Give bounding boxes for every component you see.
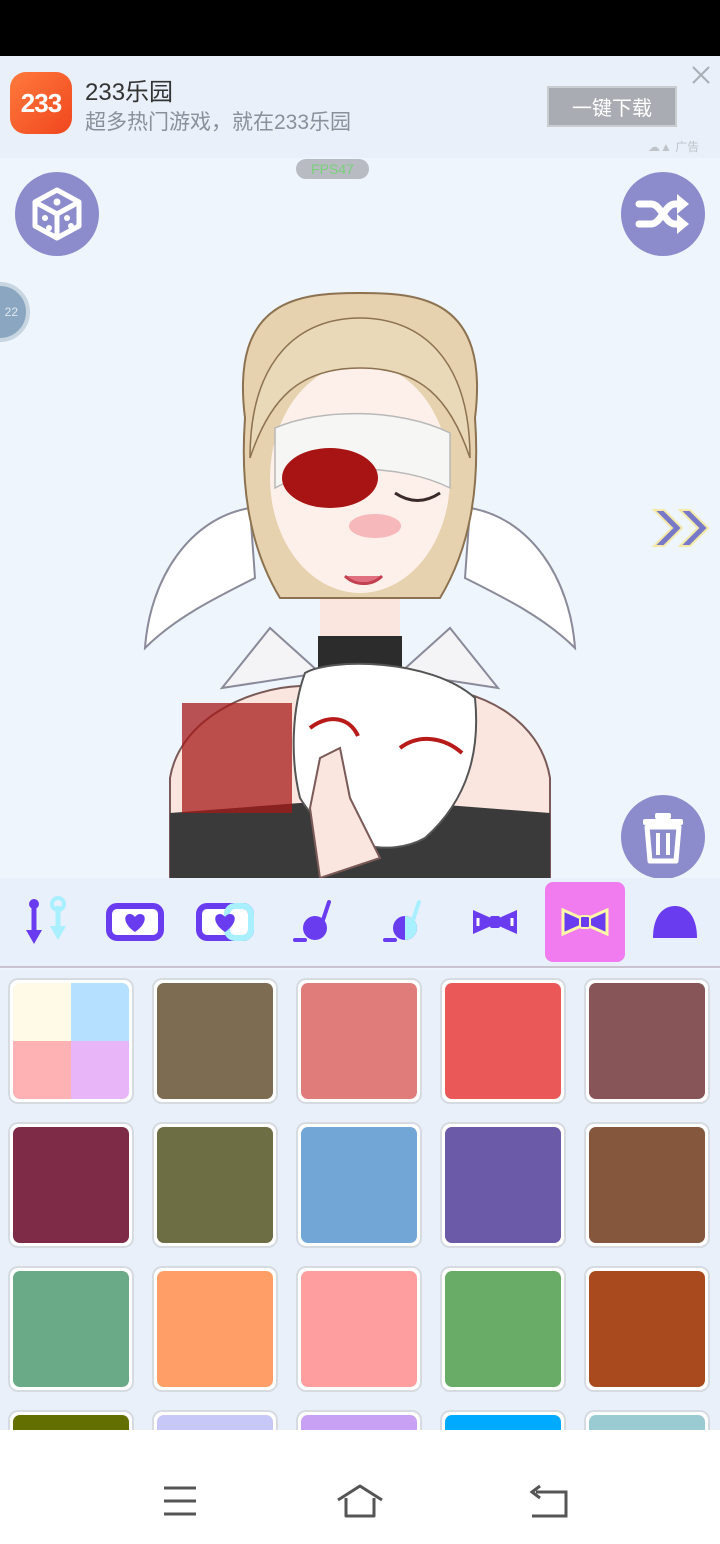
menu-icon[interactable] (150, 1478, 210, 1524)
back-icon[interactable] (518, 1478, 578, 1524)
ad-title[interactable]: 233乐园 (85, 72, 173, 107)
swatch-fill (589, 1271, 705, 1387)
character-stage (0, 158, 720, 878)
eyebrow-slider-icon (26, 896, 66, 944)
random-dice-button[interactable] (15, 172, 99, 256)
color-swatch[interactable] (584, 1122, 710, 1248)
ad-app-logo[interactable]: 233 (10, 72, 72, 134)
shuffle-button[interactable] (621, 172, 705, 256)
character-illustration (143, 291, 577, 878)
tool-heart-frame-color[interactable] (185, 882, 265, 962)
color-swatch[interactable] (440, 1122, 566, 1248)
status-bar (0, 0, 720, 56)
tool-bomb-color[interactable] (365, 882, 445, 962)
swatch-quadrant (13, 983, 71, 1041)
color-swatch[interactable] (296, 1410, 422, 1430)
tool-eyebrow-slider[interactable] (6, 882, 86, 962)
tool-bomb[interactable] (275, 882, 355, 962)
ad-subtitle: 超多热门游戏，就在233乐园 (85, 111, 352, 134)
swatch-fill (13, 1415, 129, 1430)
color-swatch[interactable] (440, 1410, 566, 1430)
side-badge-label: 22 (4, 305, 18, 319)
swatch-quadrant (71, 983, 129, 1041)
swatch-fill (301, 1271, 417, 1387)
blob-icon (653, 906, 697, 938)
color-swatch[interactable] (440, 1266, 566, 1392)
swatch-fill (445, 1127, 561, 1243)
ad-tag: ☁▲ 广告 (648, 140, 700, 154)
trash-icon (643, 813, 683, 864)
ad-tag-label: 广告 (675, 140, 700, 154)
home-icon[interactable] (330, 1478, 390, 1524)
swatch-multicolor[interactable] (8, 978, 134, 1104)
swatch-multicolor-fill (13, 983, 129, 1099)
color-swatch[interactable] (8, 1122, 134, 1248)
tool-bow[interactable] (455, 882, 535, 962)
color-swatch[interactable] (296, 978, 422, 1104)
swatch-quadrant (71, 1041, 129, 1099)
swatch-fill (157, 1127, 273, 1243)
color-swatch[interactable] (584, 1410, 710, 1430)
swatch-quadrant (13, 1041, 71, 1099)
close-icon[interactable] (690, 64, 712, 86)
swatch-fill (13, 1127, 129, 1243)
swatch-fill (157, 1415, 273, 1430)
delete-button[interactable] (621, 795, 705, 879)
swatch-fill (157, 1271, 273, 1387)
swatch-fill (589, 1415, 705, 1430)
swatch-fill (301, 983, 417, 1099)
swatch-fill (301, 1415, 417, 1430)
dice-icon (32, 187, 82, 241)
color-swatch[interactable] (152, 1266, 278, 1392)
color-swatch[interactable] (296, 1266, 422, 1392)
color-swatch[interactable] (584, 978, 710, 1104)
swatch-fill (589, 983, 705, 1099)
color-swatch[interactable] (584, 1266, 710, 1392)
color-swatch[interactable] (8, 1266, 134, 1392)
color-swatch[interactable] (296, 1122, 422, 1248)
next-arrow-icon[interactable] (650, 506, 714, 550)
swatch-fill (157, 983, 273, 1099)
swatch-fill (445, 1415, 561, 1430)
swatch-fill (445, 983, 561, 1099)
swatch-fill (445, 1271, 561, 1387)
bow-color-icon (561, 907, 609, 937)
heart-frame-color-icon (196, 903, 254, 941)
heart-frame-icon (106, 903, 164, 941)
tool-heart-frame[interactable] (95, 882, 175, 962)
tool-bow-color[interactable] (545, 882, 625, 962)
color-swatch[interactable] (152, 978, 278, 1104)
color-swatch[interactable] (8, 1410, 134, 1430)
color-swatch[interactable] (152, 1410, 278, 1430)
color-swatch[interactable] (152, 1122, 278, 1248)
bow-icon (473, 910, 517, 934)
swatch-fill (301, 1127, 417, 1243)
ad-download-button[interactable]: 一键下载 (547, 86, 677, 127)
shuffle-icon (635, 194, 689, 234)
color-swatch[interactable] (440, 978, 566, 1104)
fps-counter: FPS47 (296, 159, 369, 179)
swatch-fill (13, 1271, 129, 1387)
swatch-fill (589, 1127, 705, 1243)
bomb-icon (293, 900, 331, 942)
color-palette (0, 970, 720, 1430)
bomb-color-icon (383, 900, 421, 942)
tool-blob[interactable] (635, 882, 715, 962)
